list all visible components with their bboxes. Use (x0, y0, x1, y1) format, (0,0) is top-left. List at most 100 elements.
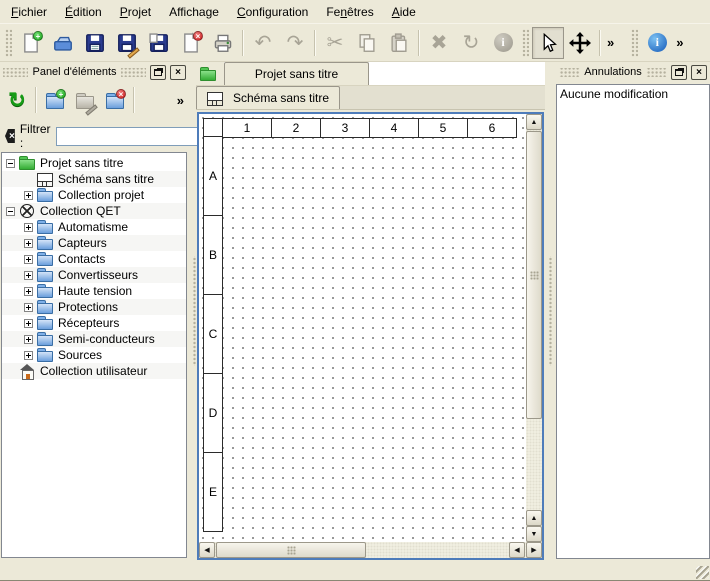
window-resize-grip[interactable] (696, 566, 709, 579)
close-panel-button[interactable]: × (691, 65, 707, 80)
expander-icon[interactable] (6, 159, 15, 168)
scroll-up-button[interactable]: ▲ (526, 114, 542, 130)
float-panel-button[interactable] (671, 65, 687, 80)
expander-icon[interactable] (24, 255, 33, 264)
copy-button[interactable] (351, 27, 383, 59)
menu-projet[interactable]: Projet (111, 0, 160, 23)
scroll-left-button[interactable]: ◀ (509, 542, 525, 558)
toolbar-separator (599, 30, 601, 56)
new-document-button[interactable]: + (15, 27, 47, 59)
close-file-button[interactable]: × (175, 27, 207, 59)
panel-overflow-button[interactable]: » (174, 86, 187, 114)
redo-icon: ↷ (287, 33, 304, 53)
save-as-button[interactable] (111, 27, 143, 59)
tree-item-convertisseurs[interactable]: Convertisseurs (2, 267, 186, 283)
new-category-button[interactable]: + (40, 85, 70, 115)
horizontal-scroll-thumb[interactable] (216, 542, 366, 558)
scroll-down-button[interactable]: ▼ (526, 526, 542, 542)
splitter-grip (548, 256, 553, 366)
qet-logo-icon (19, 204, 35, 218)
menu-edition[interactable]: Édition (56, 0, 111, 23)
redo-button[interactable]: ↷ (279, 27, 311, 59)
expander-icon[interactable] (24, 351, 33, 360)
paste-button[interactable] (383, 27, 415, 59)
project-folder-icon (19, 156, 35, 170)
undo-list-item[interactable]: Aucune modification (560, 87, 706, 101)
toolbar-drag-handle[interactable] (522, 29, 529, 57)
save-all-button[interactable] (143, 27, 175, 59)
move-tool-button[interactable] (564, 27, 596, 59)
toolbar-overflow-button[interactable]: » (604, 29, 617, 57)
properties-button[interactable]: i (487, 27, 519, 59)
folder-icon (37, 348, 53, 362)
floppy-disk-icon (84, 32, 106, 54)
scroll-right-button[interactable]: ▶ (526, 542, 542, 558)
tree-item-collection-qet[interactable]: Collection QET (2, 203, 186, 219)
expander-icon[interactable] (24, 239, 33, 248)
expander-icon[interactable] (24, 335, 33, 344)
expander-icon[interactable] (24, 287, 33, 296)
right-splitter[interactable] (545, 62, 555, 559)
tree-item-automatisme[interactable]: Automatisme (2, 219, 186, 235)
cursor-arrow-icon (538, 33, 558, 53)
delete-category-button[interactable]: × (100, 85, 130, 115)
float-icon (154, 69, 162, 76)
row-header: E (203, 452, 223, 532)
vertical-scroll-thumb[interactable] (526, 131, 542, 419)
tree-item-haute-tension[interactable]: Haute tension (2, 283, 186, 299)
diagram-canvas[interactable]: 1 2 3 4 5 6 A B C D E (199, 114, 526, 542)
save-button[interactable] (79, 27, 111, 59)
undo-panel-title: Annulations (584, 66, 642, 78)
vertical-scrollbar[interactable]: ▲ ▲ ▼ (526, 114, 542, 542)
tree-item-projet-sans-titre[interactable]: Projet sans titre (2, 155, 186, 171)
menu-fichier[interactable]: Fichier (2, 0, 56, 23)
edit-category-button[interactable] (70, 85, 100, 115)
expander-icon[interactable] (24, 191, 33, 200)
rotate-button[interactable]: ↻ (455, 27, 487, 59)
plus-badge-icon: + (33, 31, 43, 41)
tree-item-protections[interactable]: Protections (2, 299, 186, 315)
folder-icon (76, 93, 94, 108)
selection-tool-button[interactable] (532, 27, 564, 59)
float-panel-button[interactable] (150, 65, 166, 80)
about-button[interactable]: i (641, 27, 673, 59)
delete-button[interactable]: ✖ (423, 27, 455, 59)
tree-item-collection-utilisateur[interactable]: Collection utilisateur (2, 363, 186, 379)
expander-icon[interactable] (6, 207, 15, 216)
folder-icon (37, 220, 53, 234)
menu-fenetres[interactable]: Fenêtres (317, 0, 382, 23)
reload-collections-button[interactable]: ↻ (2, 85, 32, 115)
print-button[interactable] (207, 27, 239, 59)
menu-affichage[interactable]: Affichage (160, 0, 228, 23)
toolbar-drag-handle[interactable] (631, 29, 638, 57)
cut-button[interactable]: ✂ (319, 27, 351, 59)
open-document-button[interactable] (47, 27, 79, 59)
tree-item-label: Contacts (58, 252, 105, 266)
expander-icon[interactable] (24, 303, 33, 312)
tree-item-contacts[interactable]: Contacts (2, 251, 186, 267)
menu-configuration[interactable]: Configuration (228, 0, 317, 23)
close-panel-button[interactable]: × (170, 65, 186, 80)
tree-item-collection-projet[interactable]: Collection projet (2, 187, 186, 203)
tree-item-sources[interactable]: Sources (2, 347, 186, 363)
tree-item-semi-conducteurs[interactable]: Semi-conducteurs (2, 331, 186, 347)
row-headers: A B C D E (203, 137, 223, 532)
expander-icon[interactable] (24, 271, 33, 280)
menu-aide[interactable]: Aide (383, 0, 425, 23)
scroll-left-button[interactable]: ◀ (199, 542, 215, 558)
scroll-up-button[interactable]: ▲ (526, 510, 542, 526)
tree-item-capteurs[interactable]: Capteurs (2, 235, 186, 251)
tree-item-schema-sans-titre[interactable]: Schéma sans titre (2, 171, 186, 187)
expander-icon[interactable] (24, 319, 33, 328)
undo-button[interactable]: ↶ (247, 27, 279, 59)
project-tab[interactable]: Projet sans titre (224, 62, 369, 85)
toolbar-overflow-button[interactable]: » (673, 29, 686, 57)
tree-item-recepteurs[interactable]: Récepteurs (2, 315, 186, 331)
clear-filter-icon[interactable]: × (5, 129, 15, 143)
toolbar-drag-handle[interactable] (5, 29, 12, 57)
column-header: 3 (320, 118, 370, 138)
schema-tab[interactable]: Schéma sans titre (196, 86, 340, 109)
expander-icon[interactable] (24, 223, 33, 232)
row-header: A (203, 136, 223, 216)
horizontal-scrollbar[interactable]: ◀ ◀ ▶ (199, 542, 542, 558)
